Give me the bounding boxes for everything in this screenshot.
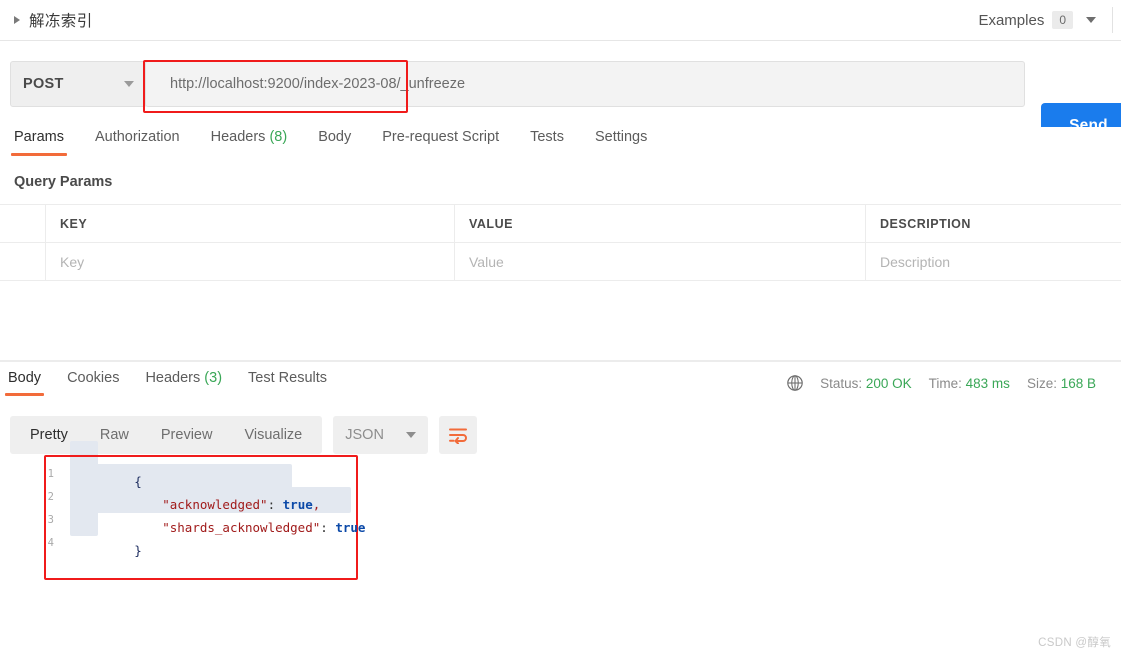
tab-body[interactable]: Body <box>318 127 351 156</box>
response-tab-body-label: Body <box>8 370 42 386</box>
response-divider <box>0 360 1121 362</box>
chevron-down-icon <box>124 81 134 87</box>
column-header-key: KEY <box>46 205 455 242</box>
tab-tests[interactable]: Tests <box>530 127 564 156</box>
status-value: 200 OK <box>865 375 912 391</box>
tab-settings[interactable]: Settings <box>595 127 647 156</box>
response-tab-test-results-label: Test Results <box>248 370 328 386</box>
tab-params[interactable]: Params <box>11 127 67 156</box>
divider <box>1112 7 1113 33</box>
query-params-table: KEY VALUE DESCRIPTION Key Value Descript… <box>0 204 1121 281</box>
url-input[interactable]: http://localhost:9200/index-2023-08/_unf… <box>145 61 1025 107</box>
response-meta: Status: 200 OK Time: 483 ms Size: 168 B <box>786 372 1113 394</box>
examples-label[interactable]: Examples <box>978 12 1044 29</box>
watermark: CSDN @醇氧 <box>1038 637 1111 649</box>
line-number: 2 <box>47 490 54 503</box>
json-value-true: true <box>335 519 366 535</box>
select-all-cell <box>0 205 46 242</box>
response-tab-cookies[interactable]: Cookies <box>67 368 119 396</box>
response-tab-cookies-label: Cookies <box>67 370 120 386</box>
time-value: 483 ms <box>965 375 1010 391</box>
triangle-right-icon[interactable] <box>14 16 20 24</box>
column-header-value: VALUE <box>455 205 866 242</box>
tab-headers-label: Headers <box>210 129 266 145</box>
selection-highlight <box>70 509 98 536</box>
response-tab-headers[interactable]: Headers (3) <box>145 368 222 396</box>
response-body-code[interactable]: 1 { 2 "acknowledged": true, 3 "shards_ac… <box>36 440 366 574</box>
param-value-input[interactable]: Value <box>455 243 866 280</box>
examples-area: Examples 0 <box>978 0 1121 40</box>
response-tab-test-results[interactable]: Test Results <box>248 368 327 396</box>
json-comma: , <box>312 496 321 512</box>
tab-headers-count: (8) <box>269 129 288 145</box>
column-header-description: DESCRIPTION <box>880 216 971 231</box>
tab-pre-request-script[interactable]: Pre-request Script <box>382 127 499 156</box>
query-params-label: Query Params <box>14 174 113 190</box>
http-method-select[interactable]: POST <box>10 61 147 107</box>
tab-params-label: Params <box>14 129 64 145</box>
response-tab-body[interactable]: Body <box>4 368 45 396</box>
http-method-label: POST <box>23 76 64 92</box>
url-row: POST http://localhost:9200/index-2023-08… <box>0 41 1121 149</box>
page-title: 解冻索引 <box>29 13 93 30</box>
chevron-down-icon <box>406 432 417 438</box>
word-wrap-button[interactable] <box>439 416 478 454</box>
tab-body-label: Body <box>318 129 352 145</box>
row-checkbox-cell[interactable] <box>0 243 46 280</box>
chevron-down-icon[interactable] <box>1086 17 1096 23</box>
format-select[interactable]: JSON <box>333 416 429 454</box>
response-tab-headers-count: (3) <box>204 370 223 386</box>
status-label: Status: <box>820 375 863 391</box>
size-info[interactable]: Size: 168 B <box>1027 376 1096 391</box>
json-close-brace: } <box>134 542 142 558</box>
json-open-brace: { <box>134 473 142 489</box>
url-input-value: http://localhost:9200/index-2023-08/_unf… <box>170 76 466 92</box>
globe-icon[interactable] <box>786 374 804 392</box>
selection-highlight <box>70 440 98 467</box>
tab-authorization-label: Authorization <box>94 129 180 145</box>
time-info[interactable]: Time: 483 ms <box>929 376 1010 391</box>
status-info[interactable]: Status: 200 OK <box>820 376 912 391</box>
table-row: Key Value Description <box>0 243 1121 281</box>
json-colon: : <box>320 519 336 535</box>
selection-highlight <box>70 463 292 490</box>
response-tabs: Body Cookies Headers (3) Test Results <box>0 368 760 402</box>
word-wrap-icon <box>449 428 468 444</box>
json-key: "shards_acknowledged" <box>162 519 321 535</box>
tab-tests-label: Tests <box>530 129 564 145</box>
line-number: 1 <box>47 467 54 480</box>
json-colon: : <box>267 496 283 512</box>
format-select-value: JSON <box>345 427 384 443</box>
tab-settings-label: Settings <box>594 129 648 145</box>
view-tab-visualize[interactable]: Visualize <box>228 416 318 454</box>
size-value: 168 B <box>1060 375 1096 391</box>
response-tab-headers-label: Headers <box>145 370 201 386</box>
view-tab-preview[interactable]: Preview <box>145 416 229 454</box>
line-number: 3 <box>47 513 54 526</box>
tab-headers[interactable]: Headers (8) <box>211 127 288 156</box>
postman-window: 解冻索引 Examples 0 POST http://localhost:92… <box>0 0 1121 659</box>
view-mode-group: Pretty Raw Preview Visualize <box>10 416 323 454</box>
request-tabs: Params Authorization Headers (8) Body Pr… <box>0 127 1121 164</box>
line-number: 4 <box>47 536 54 549</box>
tab-pre-request-script-label: Pre-request Script <box>382 129 500 145</box>
examples-count-badge: 0 <box>1052 11 1073 29</box>
request-title-bar: 解冻索引 Examples 0 <box>0 0 1121 41</box>
param-key-input[interactable]: Key <box>46 243 455 280</box>
param-description-input[interactable]: Description <box>866 243 1121 280</box>
table-header-row: KEY VALUE DESCRIPTION <box>0 205 1121 243</box>
time-label: Time: <box>928 375 962 391</box>
size-label: Size: <box>1026 375 1057 391</box>
json-key: "acknowledged" <box>162 496 268 512</box>
json-value-true: true <box>282 496 313 512</box>
tab-authorization[interactable]: Authorization <box>95 127 180 156</box>
code-text: } <box>58 509 142 573</box>
